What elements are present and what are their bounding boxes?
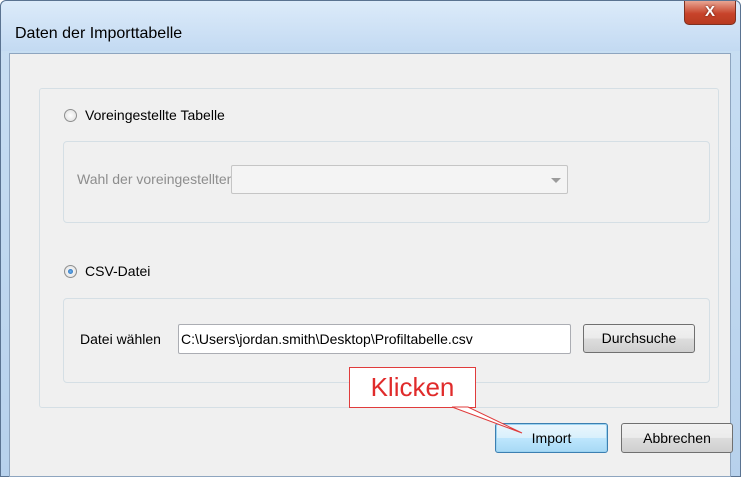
file-path-input[interactable]: C:\Users\jordan.smith\Desktop\Profiltabe… (178, 324, 571, 354)
chevron-down-icon (551, 178, 561, 183)
browse-button[interactable]: Durchsuche (583, 324, 695, 353)
annotation-text: Klicken (370, 372, 455, 402)
radio-preset-table[interactable]: Voreingestellte Tabelle (64, 107, 225, 123)
browse-button-label: Durchsuche (601, 330, 677, 346)
import-button-label: Import (531, 430, 572, 446)
cancel-button-label: Abbrechen (643, 430, 711, 446)
radio-csv-file[interactable]: CSV-Datei (64, 263, 150, 279)
radio-csv-label: CSV-Datei (85, 263, 151, 279)
close-icon: X (704, 3, 715, 20)
close-button[interactable]: X (684, 1, 736, 25)
radio-preset-indicator[interactable] (64, 108, 77, 122)
file-label: Datei wählen (80, 331, 161, 347)
title-bar[interactable]: Daten der Importtabelle (1, 1, 740, 51)
radio-preset-label: Voreingestellte Tabelle (85, 107, 225, 123)
radio-csv-indicator[interactable] (64, 264, 77, 278)
annotation-callout: Klicken (349, 367, 476, 408)
preset-table-select[interactable] (231, 165, 568, 194)
cancel-button[interactable]: Abbrechen (621, 423, 733, 453)
window-title: Daten der Importtabelle (15, 25, 183, 42)
file-path-value: C:\Users\jordan.smith\Desktop\Profiltabe… (181, 331, 473, 347)
import-button[interactable]: Import (495, 423, 608, 453)
